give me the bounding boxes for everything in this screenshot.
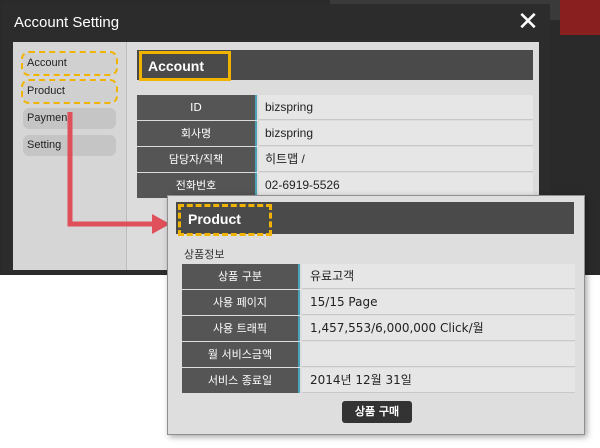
row-value [302,342,575,367]
buy-product-button[interactable]: 상품 구매 [342,401,412,423]
row-value: 1,457,553/6,000,000 Click/월 [302,316,575,341]
row-value: 유료고객 [302,264,575,289]
table-row: 회사명 bizspring [137,121,533,147]
row-key: 사용 페이지 [182,290,300,315]
row-key: 상품 구분 [182,264,300,289]
close-icon[interactable]: ✕ [514,8,542,36]
sidebar-item-account[interactable]: Account [21,51,118,76]
arrow-right-icon [67,112,170,234]
table-row: 서비스 종료일 2014년 12월 31일 [182,368,575,394]
table-row: 사용 트래픽 1,457,553/6,000,000 Click/월 [182,316,575,342]
row-key: 사용 트래픽 [182,316,300,341]
background-accent [560,0,600,35]
table-row: 월 서비스금액 [182,342,575,368]
account-header-label: Account [139,51,231,81]
modal-title: Account Setting [14,14,120,31]
row-value: bizspring [259,121,533,146]
row-value: bizspring [259,95,533,120]
row-value: 15/15 Page [302,290,575,315]
table-row: 상품 구분 유료고객 [182,264,575,290]
row-value: 2014년 12월 31일 [302,368,575,393]
table-row: ID bizspring [137,95,533,121]
product-panel: Product 상품정보 상품 구분 유료고객 사용 페이지 15/15 Pag… [167,195,585,435]
row-value: 히트맵 / [259,147,533,172]
table-row: 사용 페이지 15/15 Page [182,290,575,316]
sidebar-item-product[interactable]: Product [21,79,118,104]
row-key: 월 서비스금액 [182,342,300,367]
row-key: 서비스 종료일 [182,368,300,393]
product-header-label: Product [178,204,272,236]
product-section-title: 상품정보 [184,248,225,261]
table-row: 담당자/직책 히트맵 / [137,147,533,173]
product-header-bar: Product [176,202,574,236]
